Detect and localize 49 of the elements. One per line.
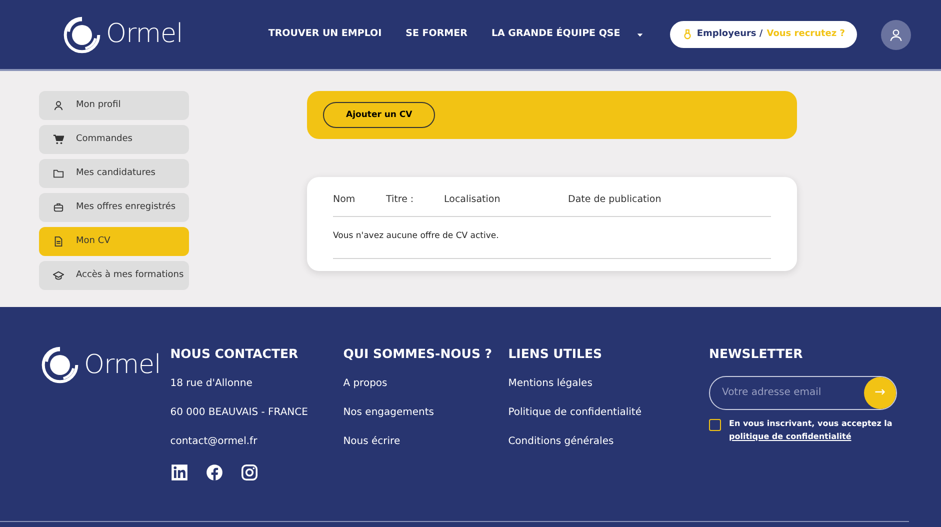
privacy-link[interactable]: politique de confidentialité — [729, 432, 852, 441]
cart-icon — [53, 134, 64, 145]
graduation-cap-icon — [53, 270, 64, 281]
avatar-button[interactable] — [881, 20, 911, 50]
footer-heading: QUI SOMMES-NOUS ? — [343, 345, 494, 363]
logo-icon[interactable] — [62, 14, 102, 54]
footer-link[interactable]: Mentions légales — [508, 376, 709, 391]
instagram-icon[interactable] — [240, 462, 260, 482]
column-header: Date de publication — [568, 193, 662, 207]
logo-text[interactable]: Ormel — [84, 346, 161, 384]
nav-link[interactable]: SE FORMER — [406, 27, 468, 42]
facebook-icon[interactable] — [205, 462, 224, 482]
document-icon — [53, 236, 64, 247]
user-icon — [53, 100, 64, 111]
footer-link[interactable]: contact@ormel.fr — [170, 434, 344, 449]
sidebar-item[interactable]: Accès à mes formations — [39, 261, 189, 290]
column-header: Nom — [333, 193, 356, 207]
footer-link[interactable]: Nos engagements — [343, 404, 508, 420]
footer-link[interactable]: Politique de confidentialité — [508, 404, 709, 420]
sidebar-item[interactable]: Mon profil — [39, 91, 189, 120]
logo-text[interactable]: Ormel — [106, 15, 183, 54]
sidebar-item[interactable]: Mon CV — [39, 227, 189, 256]
footer-link[interactable]: A propos — [343, 376, 508, 391]
sidebar-item[interactable]: Commandes — [39, 125, 189, 154]
sidebar-item[interactable]: Mes offres enregistrés — [39, 193, 189, 222]
briefcase-icon — [53, 202, 64, 213]
column-header: Titre : — [386, 193, 415, 207]
folder-icon — [53, 168, 64, 179]
employer-button[interactable]: Employeurs / Vous recrutez ? — [670, 20, 857, 48]
footer-heading: NOUS CONTACTER — [170, 345, 300, 363]
footer-link[interactable]: 18 rue d'Allonne — [170, 376, 344, 391]
caret-icon[interactable] — [636, 30, 644, 38]
footer-link[interactable]: 60 000 BEAUVAIS - FRANCE — [170, 404, 344, 420]
column-header: Localisation — [444, 193, 502, 207]
footer-link[interactable]: Nous écrire — [343, 434, 508, 449]
empty-message: Vous n'avez aucune offre de CV active. — [333, 231, 499, 242]
logo-icon[interactable] — [40, 345, 80, 385]
footer-heading: LIENS UTILES — [508, 345, 604, 363]
add-cv-button[interactable]: Ajouter un CV — [323, 102, 436, 128]
nav-link[interactable]: TROUVER UN EMPLOI — [268, 27, 382, 42]
consent-text: En vous inscrivant, vous acceptez la politique de confidentialité — [729, 418, 894, 443]
footer-heading: NEWSLETTER — [709, 345, 804, 363]
sidebar-item[interactable]: Mes candidatures — [39, 159, 189, 188]
consent-checkbox[interactable] — [709, 418, 721, 431]
user-icon[interactable] — [889, 28, 903, 42]
nav-link[interactable]: LA GRANDE ÉQUIPE QSE — [491, 27, 644, 42]
footer-link[interactable]: Conditions générales — [508, 434, 709, 449]
linkedin-icon[interactable] — [170, 462, 190, 482]
medal-icon — [682, 29, 693, 40]
